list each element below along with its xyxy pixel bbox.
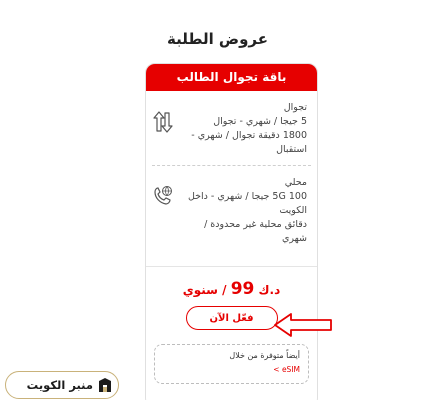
watermark-text: منبر الكويت (26, 378, 93, 392)
price-amount: 99 (230, 279, 255, 299)
plan-card: باقة تجوال الطالب تجوال 5 جيجا / شهري - … (145, 63, 318, 400)
feature-local: محلي 100 5G جيجا / شهري - داخل الكويت دق… (146, 166, 317, 254)
feature-line: 5 جيجا / شهري - تجوال (213, 116, 307, 127)
roaming-arrows-icon (153, 111, 173, 133)
feature-line: استقبال (276, 144, 307, 155)
pointer-arrow-icon (274, 313, 332, 337)
esim-availability-box: أيضاً متوفرة من خلال eSIM > (154, 344, 309, 384)
feature-line: شهري (281, 233, 307, 244)
feature-roaming: تجوال 5 جيجا / شهري - تجوال 1800 دقيقة ت… (146, 91, 317, 165)
price: د.ك 99 / سنوي (146, 279, 317, 299)
watermark-logo-icon (99, 378, 111, 392)
site-watermark: منبر الكويت (5, 371, 119, 399)
price-currency: د.ك (258, 283, 281, 297)
page-title: عروض الطلبة (166, 30, 269, 48)
esim-link[interactable]: eSIM > (163, 363, 300, 377)
phone-globe-icon (154, 186, 172, 205)
price-period: / سنوي (182, 283, 227, 297)
plan-card-header: باقة تجوال الطالب (146, 64, 317, 91)
activate-now-button[interactable]: فعّل الآن (185, 306, 278, 330)
esim-note: أيضاً متوفرة من خلال (229, 351, 300, 360)
feature-line: 1800 دقيقة تجوال / شهري - (191, 130, 307, 141)
feature-line: 100 5G جيجا / شهري - داخل (187, 191, 307, 202)
feature-line: محلي (284, 177, 307, 188)
feature-line: الكويت (279, 205, 307, 216)
feature-line: دقائق محلية غير محدودة / (204, 219, 307, 230)
feature-line: تجوال (283, 102, 307, 113)
